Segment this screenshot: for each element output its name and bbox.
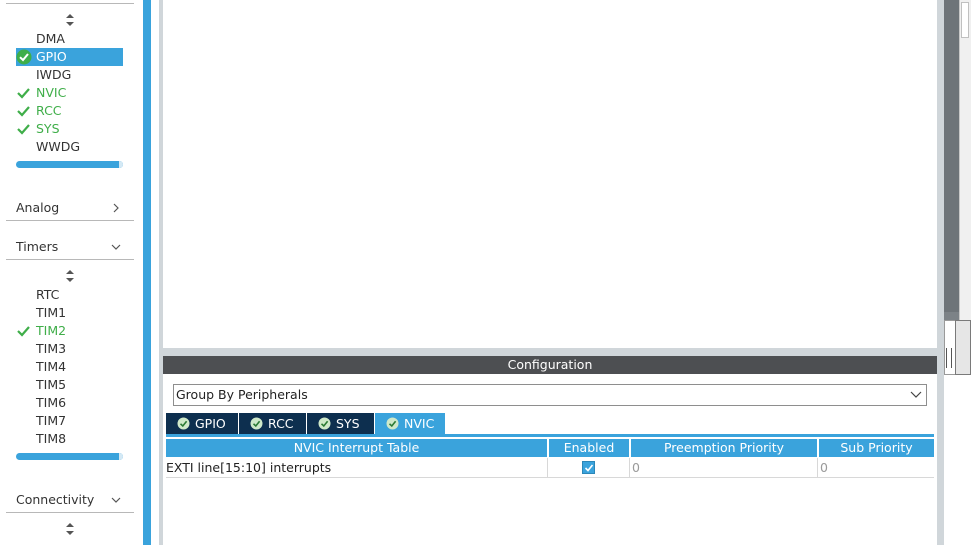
sidebar-item-sys[interactable]: SYS	[16, 120, 123, 138]
sidebar-item-label: GPIO	[36, 49, 67, 64]
chip-body	[944, 0, 959, 312]
sidebar-item-tim3[interactable]: TIM3	[16, 340, 123, 358]
sidebar-item-label: DMA	[36, 31, 65, 46]
category-connectivity[interactable]: Connectivity	[16, 490, 126, 510]
tab-label: RCC	[268, 416, 294, 431]
sidebar-item-label: RCC	[36, 103, 62, 118]
sidebar-item-wwdg[interactable]: WWDG	[16, 138, 123, 156]
sidebar-item-iwdg[interactable]: IWDG	[16, 66, 123, 84]
pinout-canvas[interactable]	[163, 0, 937, 348]
check-icon	[17, 124, 30, 135]
sidebar-item-dma[interactable]: DMA	[16, 30, 123, 48]
check-circle-icon	[386, 417, 399, 430]
sidebar-item-label: TIM7	[36, 413, 67, 428]
group-by-select[interactable]: Group By Peripherals	[173, 384, 927, 406]
tab-label: NVIC	[404, 416, 435, 431]
tab-nvic[interactable]: NVIC	[375, 413, 445, 434]
sidebar-item-label: SYS	[36, 121, 60, 136]
tab-gpio[interactable]: GPIO	[166, 413, 238, 434]
column-header-enabled[interactable]: Enabled	[549, 439, 629, 457]
sidebar-item-tim8[interactable]: TIM8	[16, 430, 123, 448]
category-label: Connectivity	[16, 492, 95, 507]
pin-marker	[946, 348, 952, 368]
sidebar-divider	[6, 259, 134, 260]
sidebar-item-tim4[interactable]: TIM4	[16, 358, 123, 376]
sort-icon[interactable]	[66, 270, 74, 282]
tab-sys[interactable]: SYS	[307, 413, 374, 434]
interrupt-name-cell: EXTI line[15:10] interrupts	[166, 460, 332, 475]
sidebar-item-label: TIM5	[36, 377, 67, 392]
sidebar-item-label: TIM4	[36, 359, 67, 374]
chevron-down-icon	[910, 391, 922, 398]
sidebar-item-tim6[interactable]: TIM6	[16, 394, 123, 412]
sidebar-item-label: IWDG	[36, 67, 72, 82]
tab-rcc[interactable]: RCC	[239, 413, 306, 434]
check-icon	[17, 106, 30, 117]
sidebar-item-label: TIM3	[36, 341, 67, 356]
sidebar-item-label: NVIC	[36, 85, 67, 100]
category-label: Analog	[16, 200, 60, 215]
panel-splitter[interactable]	[163, 348, 937, 356]
cell-divider	[547, 458, 548, 477]
sidebar-item-rcc[interactable]: RCC	[16, 102, 123, 120]
check-circle-icon	[318, 417, 331, 430]
sidebar-item-gpio[interactable]: GPIO	[16, 48, 123, 66]
sidebar-item-label: TIM8	[36, 431, 67, 446]
sidebar-item-tim1[interactable]: TIM1	[16, 304, 123, 322]
check-circle-icon	[177, 417, 190, 430]
check-icon	[17, 326, 30, 337]
left-sidebar: DMA GPIO IWDG NVIC RCC SYS WWDG Analog Timers …	[0, 0, 143, 545]
pin-box[interactable]	[955, 320, 971, 375]
sidebar-item-label: TIM1	[36, 305, 67, 320]
sort-icon[interactable]	[66, 14, 74, 26]
cell-divider	[817, 458, 818, 477]
scrollbar-thumb[interactable]	[961, 2, 969, 38]
configuration-header: Configuration	[163, 356, 937, 374]
right-splitter[interactable]	[937, 0, 944, 545]
sidebar-item-tim5[interactable]: TIM5	[16, 376, 123, 394]
sidebar-divider	[6, 220, 134, 221]
category-analog[interactable]: Analog	[16, 198, 126, 218]
sidebar-divider	[6, 3, 134, 4]
horizontal-scrollbar[interactable]	[16, 453, 123, 460]
cell-divider	[629, 458, 630, 477]
check-icon	[17, 88, 30, 99]
enabled-checkbox[interactable]	[582, 461, 595, 474]
check-circle-icon	[250, 417, 263, 430]
sub-priority-cell[interactable]: 0	[820, 458, 930, 477]
tab-label: GPIO	[195, 416, 226, 431]
chevron-down-icon	[111, 497, 121, 503]
sidebar-splitter[interactable]	[143, 0, 151, 545]
category-label: Timers	[16, 239, 59, 254]
group-by-value: Group By Peripherals	[176, 387, 308, 402]
column-header-sub-priority[interactable]: Sub Priority	[819, 439, 934, 457]
sort-icon[interactable]	[66, 523, 74, 535]
sidebar-item-rtc[interactable]: RTC	[16, 286, 123, 304]
tab-label: SYS	[336, 416, 360, 431]
preemption-priority-cell[interactable]: 0	[632, 458, 812, 477]
sidebar-item-label: TIM2	[36, 323, 67, 338]
horizontal-scrollbar[interactable]	[16, 161, 123, 168]
sidebar-item-tim2[interactable]: TIM2	[16, 322, 123, 340]
tab-underline	[166, 434, 934, 437]
sidebar-item-nvic[interactable]: NVIC	[16, 84, 123, 102]
sidebar-item-label: RTC	[36, 287, 60, 302]
canvas-right-area	[944, 375, 971, 545]
table-row[interactable]: EXTI line[15:10] interrupts 0 0	[166, 458, 934, 478]
check-circle-icon	[16, 49, 32, 65]
column-header-interrupt-table[interactable]: NVIC Interrupt Table	[166, 439, 547, 457]
chevron-right-icon	[113, 203, 119, 213]
category-timers[interactable]: Timers	[16, 237, 126, 257]
sidebar-divider	[6, 512, 134, 513]
sidebar-item-label: TIM6	[36, 395, 67, 410]
sidebar-item-label: WWDG	[36, 139, 81, 154]
check-icon	[584, 464, 594, 472]
sidebar-item-tim7[interactable]: TIM7	[16, 412, 123, 430]
chevron-down-icon	[111, 244, 121, 250]
column-header-preemption-priority[interactable]: Preemption Priority	[631, 439, 817, 457]
